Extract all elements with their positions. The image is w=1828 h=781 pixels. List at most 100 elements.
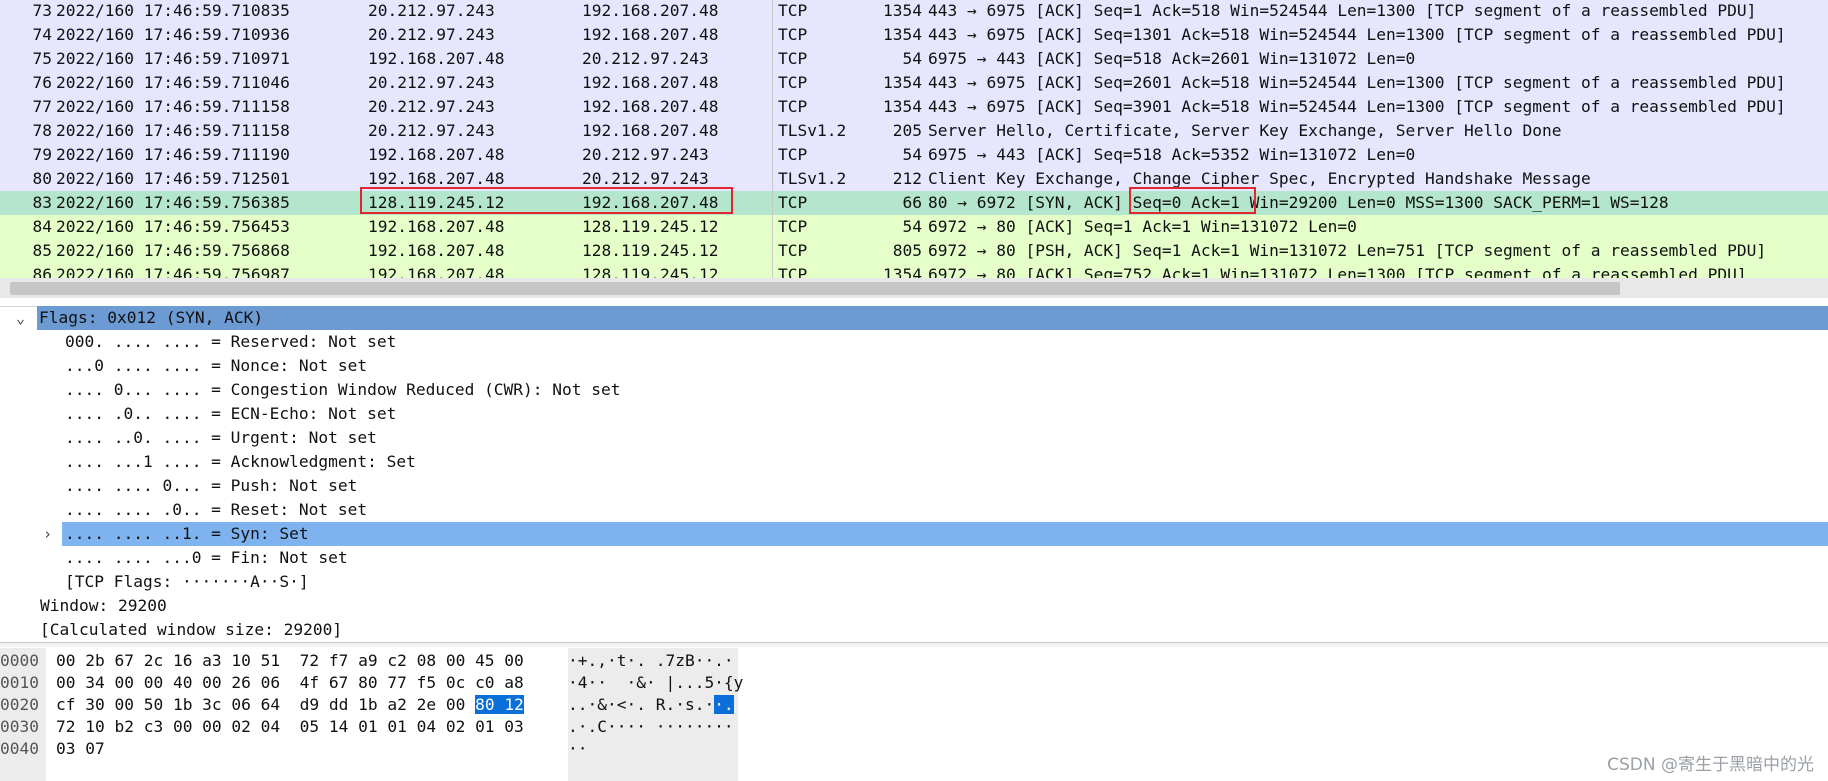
hex-bytes[interactable]: 03 07	[56, 738, 105, 760]
hex-text: 00 34 00 00 40 00 26 06 4f 67 80 77 f5 0…	[56, 673, 524, 692]
flag-bit-label: 000. .... .... = Reserved: Not set	[65, 332, 397, 351]
ascii-bytes[interactable]: ··	[568, 738, 588, 760]
packet-info: 443 → 6975 [ACK] Seq=3901 Ack=518 Win=52…	[928, 97, 1786, 116]
packet-row[interactable]: 85 2022/160 17:46:59.756868 192.168.207.48…	[0, 239, 1828, 263]
bytes-row[interactable]: 0020 cf 30 00 50 1b 3c 06 64 d9 dd 1b a2 …	[0, 694, 760, 716]
hex-text: 00 2b 67 2c 16 a3 10 51 72 f7 a9 c2 08 0…	[56, 651, 524, 670]
packet-row[interactable]: 77 2022/160 17:46:59.711158 20.212.97.243 1…	[0, 95, 1828, 119]
flag-bit-row[interactable]: .... .0.. .... = ECN-Echo: Not set	[0, 402, 1828, 426]
packet-info: 6972 → 80 [ACK] Seq=1 Ack=1 Win=131072 L…	[928, 217, 1357, 236]
selected-ascii-bytes: ·.	[714, 695, 734, 714]
chevron-right-icon[interactable]: ›	[43, 522, 52, 546]
packet-protocol: TCP	[778, 73, 808, 92]
ascii-bytes[interactable]: ·4·· ·&· |...5·{y	[568, 672, 743, 694]
flag-bit-row[interactable]: .... .... 0... = Push: Not set	[0, 474, 1828, 498]
hex-bytes[interactable]: 72 10 b2 c3 00 00 02 04 05 14 01 01 04 0…	[56, 716, 524, 738]
packet-length: 1354	[883, 25, 922, 44]
flag-bit-row[interactable]: › .... .... ..1. = Syn: Set	[0, 522, 1828, 546]
bytes-row[interactable]: 0030 72 10 b2 c3 00 00 02 04 05 14 01 01 …	[0, 716, 760, 738]
packet-length: 805	[892, 241, 922, 260]
packet-row[interactable]: 80 2022/160 17:46:59.712501 192.168.207.48…	[0, 167, 1828, 191]
column-divider	[772, 23, 773, 47]
packet-row[interactable]: 74 2022/160 17:46:59.710936 20.212.97.243 1…	[0, 23, 1828, 47]
flag-bit-row[interactable]: .... 0... .... = Congestion Window Reduc…	[0, 378, 1828, 402]
packet-number: 79	[32, 145, 53, 164]
flag-bit-label: .... .... 0... = Push: Not set	[65, 476, 358, 495]
bytes-row[interactable]: 0010 00 34 00 00 40 00 26 06 4f 67 80 77 …	[0, 672, 760, 694]
flags-header-row[interactable]: ⌄ Flags: 0x012 (SYN, ACK)	[0, 306, 1828, 330]
flag-bit-row[interactable]: .... ..0. .... = Urgent: Not set	[0, 426, 1828, 450]
flag-bit-row[interactable]: [TCP Flags: ·······A··S·]	[0, 570, 1828, 594]
flag-bit-row[interactable]: .... ...1 .... = Acknowledgment: Set	[0, 450, 1828, 474]
bytes-row[interactable]: 0040 03 07 ··	[0, 738, 760, 760]
column-divider	[772, 215, 773, 239]
flag-bit-label: .... .... ..1. = Syn: Set	[62, 522, 1828, 546]
packet-row[interactable]: 73 2022/160 17:46:59.710835 20.212.97.243 1…	[0, 0, 1828, 23]
packet-row[interactable]: 79 2022/160 17:46:59.711190 192.168.207.48…	[0, 143, 1828, 167]
packet-protocol: TCP	[778, 145, 808, 164]
packet-row[interactable]: 78 2022/160 17:46:59.711158 20.212.97.243 1…	[0, 119, 1828, 143]
bytes-row[interactable]: 0000 00 2b 67 2c 16 a3 10 51 72 f7 a9 c2 …	[0, 650, 760, 672]
packet-length: 54	[902, 145, 923, 164]
hex-text: cf 30 00 50 1b 3c 06 64 d9 dd 1b a2 2e 0…	[56, 695, 476, 714]
hex-bytes[interactable]: 00 34 00 00 40 00 26 06 4f 67 80 77 f5 0…	[56, 672, 524, 694]
packet-protocol: TLSv1.2	[778, 121, 847, 140]
packet-row[interactable]: 83 2022/160 17:46:59.756385 128.119.245.12…	[0, 191, 1828, 215]
packet-destination: 192.168.207.48	[582, 73, 719, 92]
ascii-bytes[interactable]: ..·&·<·. R.·s.··.	[568, 694, 734, 716]
packet-source: 20.212.97.243	[368, 121, 495, 140]
packet-info: 6972 → 80 [ACK] Seq=752 Ack=1 Win=131072…	[928, 265, 1747, 278]
flag-bit-row[interactable]: .... .... .0.. = Reset: Not set	[0, 498, 1828, 522]
packet-destination: 128.119.245.12	[582, 241, 719, 260]
packet-protocol: TCP	[778, 241, 808, 260]
byte-offset: 0000	[0, 651, 39, 670]
packet-time: 2022/160 17:46:59.710936	[56, 25, 290, 44]
byte-offset: 0010	[0, 673, 39, 692]
column-divider	[772, 71, 773, 95]
hex-text: 03 07	[56, 739, 105, 758]
packet-number: 75	[32, 49, 53, 68]
hex-bytes[interactable]: cf 30 00 50 1b 3c 06 64 d9 dd 1b a2 2e 0…	[56, 694, 524, 716]
packet-details[interactable]: ⌄ Flags: 0x012 (SYN, ACK) 000. .... ....…	[0, 306, 1828, 642]
byte-offset: 0020	[0, 695, 39, 714]
packet-destination: 20.212.97.243	[582, 169, 709, 188]
packet-list[interactable]: 73 2022/160 17:46:59.710835 20.212.97.243 1…	[0, 0, 1828, 278]
column-divider	[772, 191, 773, 215]
packet-info: 6972 → 80 [PSH, ACK] Seq=1 Ack=1 Win=131…	[928, 241, 1767, 260]
watermark: CSDN @寄生于黑暗中的光	[1607, 755, 1814, 775]
packet-number: 84	[32, 217, 53, 236]
packet-source: 192.168.207.48	[368, 217, 505, 236]
flag-bit-row[interactable]: 000. .... .... = Reserved: Not set	[0, 330, 1828, 354]
packet-info: 80 → 6972 [SYN, ACK] Seq=0 Ack=1 Win=292…	[928, 193, 1669, 212]
window-label: Window: 29200	[40, 596, 167, 615]
packet-length: 1354	[883, 265, 922, 278]
packet-row[interactable]: 84 2022/160 17:46:59.756453 192.168.207.48…	[0, 215, 1828, 239]
flag-bit-row[interactable]: .... .... ...0 = Fin: Not set	[0, 546, 1828, 570]
scrollbar-thumb[interactable]	[10, 282, 1620, 295]
column-divider	[772, 95, 773, 119]
calc-window-row[interactable]: [Calculated window size: 29200]	[0, 618, 1828, 642]
horizontal-scrollbar[interactable]	[0, 278, 1828, 298]
flags-header-label: Flags: 0x012 (SYN, ACK)	[37, 306, 1828, 330]
packet-destination: 192.168.207.48	[582, 97, 719, 116]
packet-destination: 128.119.245.12	[582, 217, 719, 236]
hex-bytes[interactable]: 00 2b 67 2c 16 a3 10 51 72 f7 a9 c2 08 0…	[56, 650, 524, 672]
hex-text: 72 10 b2 c3 00 00 02 04 05 14 01 01 04 0…	[56, 717, 524, 736]
packet-row[interactable]: 86 2022/160 17:46:59.756987 192.168.207.48…	[0, 263, 1828, 278]
chevron-down-icon[interactable]: ⌄	[16, 306, 25, 330]
flag-bit-label: .... .0.. .... = ECN-Echo: Not set	[65, 404, 397, 423]
packet-bytes[interactable]: 0000 00 2b 67 2c 16 a3 10 51 72 f7 a9 c2 …	[0, 648, 1828, 781]
column-divider	[772, 167, 773, 191]
column-divider	[772, 0, 773, 23]
packet-destination: 128.119.245.12	[582, 265, 719, 278]
packet-row[interactable]: 75 2022/160 17:46:59.710971 192.168.207.48…	[0, 47, 1828, 71]
packet-time: 2022/160 17:46:59.710835	[56, 1, 290, 20]
pane-splitter[interactable]	[0, 642, 1828, 647]
ascii-bytes[interactable]: .·.C···· ········	[568, 716, 734, 738]
packet-source: 20.212.97.243	[368, 73, 495, 92]
packet-row[interactable]: 76 2022/160 17:46:59.711046 20.212.97.243 1…	[0, 71, 1828, 95]
ascii-bytes[interactable]: ·+.,·t·. .7zB··.·	[568, 650, 734, 672]
flag-bit-row[interactable]: ...0 .... .... = Nonce: Not set	[0, 354, 1828, 378]
packet-source: 20.212.97.243	[368, 97, 495, 116]
window-row[interactable]: Window: 29200	[0, 594, 1828, 618]
